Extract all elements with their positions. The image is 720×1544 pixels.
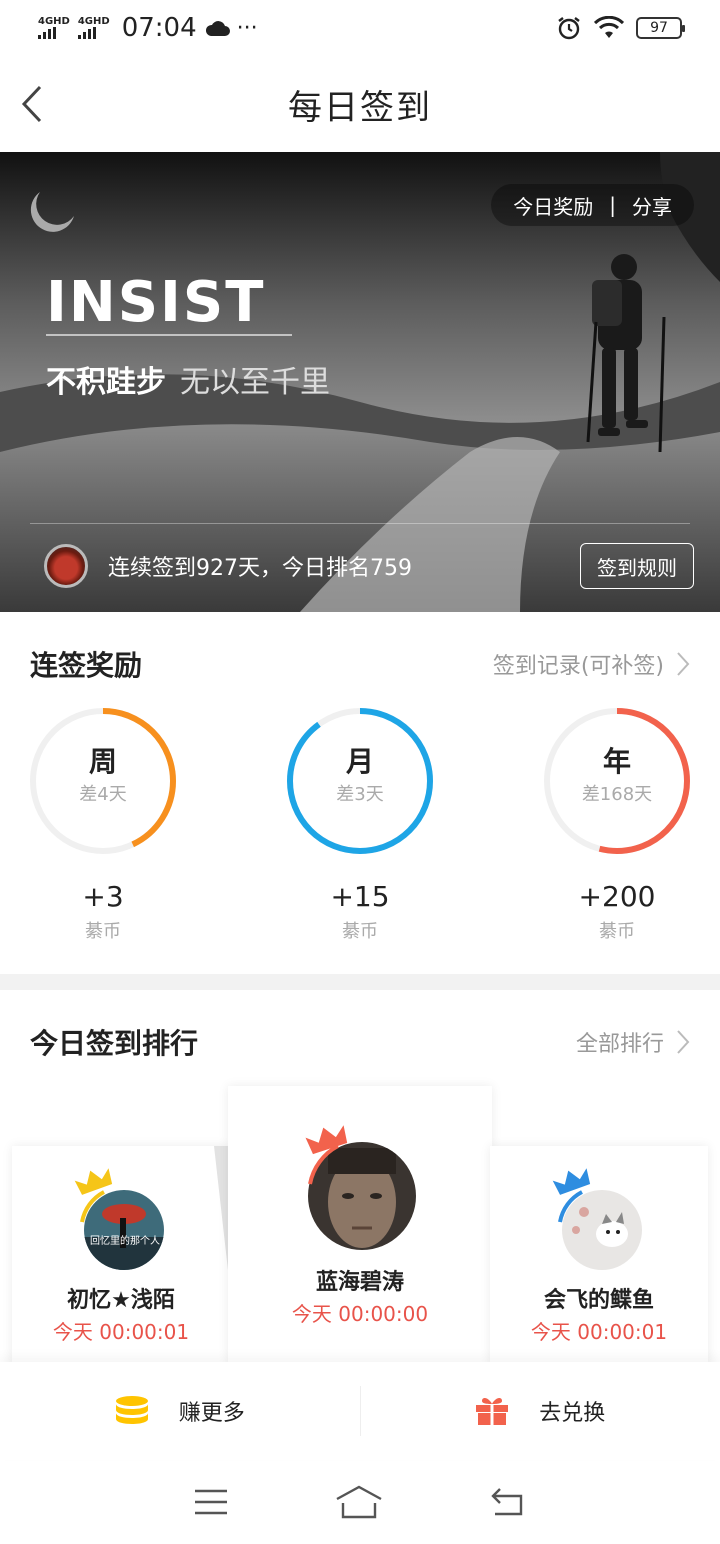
banner-headline: INSIST — [46, 270, 266, 335]
signal-bars-icon — [38, 27, 56, 39]
slogan-light: 无以至千里 — [180, 365, 330, 400]
crown-icon — [74, 1168, 113, 1195]
network-type-2: 4GHD — [77, 16, 110, 27]
clock: 07:04 — [121, 13, 197, 43]
ring-year: 年 差168天 +200 綦币 — [542, 706, 692, 943]
back-icon[interactable] — [490, 1487, 526, 1517]
headline-underline — [46, 334, 292, 336]
section-divider — [0, 974, 720, 990]
battery-level: 97 — [650, 20, 668, 36]
chevron-right-icon — [677, 1030, 690, 1054]
ranking-title: 今日签到排行 — [30, 1027, 199, 1060]
weather-cloud-icon — [205, 21, 230, 36]
streak-header: 连签奖励 签到记录(可补签) — [30, 644, 690, 684]
ring-week-remaining: 差4天 — [79, 784, 127, 805]
ring-week-label: 周 — [88, 745, 117, 778]
all-ranking-link[interactable]: 全部排行 — [576, 1026, 690, 1058]
signal-1: 4GHD — [38, 17, 70, 39]
signal-bars-icon — [77, 27, 96, 39]
back-arrow-icon[interactable] — [18, 84, 58, 124]
ring-year-remaining: 差168天 — [581, 784, 653, 805]
ring-month-unit: 綦币 — [342, 921, 378, 942]
banner-pill: 今日奖励 | 分享 — [491, 184, 694, 226]
menu-icon[interactable] — [194, 1488, 228, 1516]
slogan-bold: 不积跬步 — [46, 365, 166, 400]
network-type-1: 4GHD — [38, 16, 70, 27]
earn-more-button[interactable]: 赚更多 — [0, 1395, 360, 1427]
earn-more-label: 赚更多 — [178, 1401, 245, 1426]
rank-card-2[interactable]: 回忆里的那个人 初忆★浅陌 今天 00:00:01 — [12, 1146, 230, 1366]
rank-2-avatar-caption: 回忆里的那个人 — [90, 1236, 160, 1247]
banner-divider — [30, 523, 690, 524]
rank-3-name: 会飞的鲽鱼 — [543, 1288, 654, 1313]
share-link[interactable]: 分享 — [632, 191, 672, 220]
rank-3-avatar-wrap — [552, 1168, 644, 1272]
ring-month: 月 差3天 +15 綦币 — [285, 706, 435, 943]
bottom-action-bar: 赚更多 去兑换 — [0, 1362, 720, 1460]
rank-2-time: 今天 00:00:01 — [52, 1320, 190, 1344]
ring-year-label: 年 — [602, 745, 631, 778]
exchange-button[interactable]: 去兑换 — [361, 1395, 720, 1427]
ranking-podium: 回忆里的那个人 初忆★浅陌 今天 00:00:01 蓝海碧涛 今天 00:00:… — [0, 1086, 720, 1366]
system-navbar — [0, 1460, 720, 1544]
banner-slogan: 不积跬步 无以至千里 — [46, 357, 330, 401]
rank-card-3[interactable]: 会飞的鲽鱼 今天 00:00:01 — [490, 1146, 708, 1366]
gift-icon — [476, 1398, 509, 1425]
pill-separator: | — [609, 193, 616, 217]
rank-3-time: 今天 00:00:01 — [530, 1320, 668, 1344]
rank-1-name: 蓝海碧涛 — [315, 1270, 404, 1295]
checkin-record-link[interactable]: 签到记录(可补签) — [493, 648, 690, 680]
signal-2: 4GHD — [77, 16, 110, 39]
ring-year-unit: 綦币 — [599, 921, 635, 942]
user-avatar[interactable] — [44, 544, 88, 588]
ring-month-remaining: 差3天 — [336, 784, 384, 805]
ring-month-label: 月 — [345, 745, 374, 778]
ring-week: 周 差4天 +3 綦币 — [28, 706, 178, 943]
alarm-icon — [558, 17, 580, 40]
page-title: 每日签到 — [288, 87, 432, 128]
record-link-label: 签到记录(可补签) — [492, 654, 664, 679]
streak-title: 连签奖励 — [30, 649, 143, 682]
status-bar: 4GHD 4GHD 07:04 ··· 97 — [0, 0, 720, 56]
ring-month-points: +15 — [330, 880, 390, 913]
rank-2-avatar-wrap: 回忆里的那个人 — [74, 1168, 166, 1272]
home-icon[interactable] — [335, 1485, 383, 1519]
coin-stack-icon — [115, 1396, 148, 1424]
banner-footer: 连续签到927天，今日排名759 签到规则 — [44, 542, 694, 590]
chevron-right-icon — [677, 652, 690, 676]
rank-1-time: 今天 00:00:00 — [291, 1302, 429, 1326]
streak-rings: 周 差4天 +3 綦币 月 差3天 +15 綦币 年 差168天 +200 綦币 — [0, 706, 720, 966]
rank-2-name: 初忆★浅陌 — [67, 1288, 175, 1313]
battery-icon: 97 — [636, 17, 685, 39]
checkin-stat: 连续签到927天，今日排名759 — [108, 556, 412, 581]
more-indicator: ··· — [236, 15, 258, 41]
wifi-icon — [594, 16, 624, 38]
exchange-label: 去兑换 — [539, 1401, 606, 1426]
ring-week-points: +3 — [82, 880, 124, 913]
checkin-rules-button[interactable]: 签到规则 — [580, 543, 694, 589]
all-ranking-label: 全部排行 — [575, 1032, 664, 1057]
ranking-header: 今日签到排行 全部排行 — [30, 1022, 690, 1062]
crown-icon — [305, 1125, 348, 1155]
ring-week-unit: 綦币 — [85, 921, 121, 942]
ring-year-points: +200 — [578, 880, 656, 913]
rank-1-avatar-wrap — [304, 1125, 416, 1250]
rank-card-1[interactable]: 蓝海碧涛 今天 00:00:00 — [228, 1086, 492, 1366]
today-reward-link[interactable]: 今日奖励 — [513, 191, 593, 220]
hero-banner: 今日奖励 | 分享 INSIST 不积跬步 无以至千里 连续签到927天，今日排名… — [0, 152, 720, 612]
title-bar: 每日签到 — [0, 56, 720, 152]
crown-icon — [552, 1168, 591, 1195]
